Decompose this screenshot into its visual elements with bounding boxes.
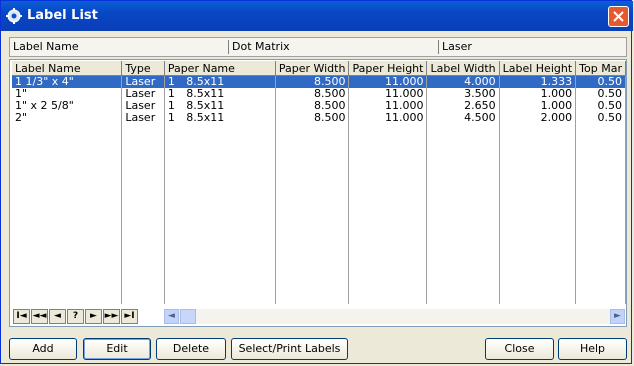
cell-type: Laser xyxy=(121,100,165,112)
cell-paper-height: 11.000 xyxy=(348,112,428,124)
cell-paper-number: 1 xyxy=(164,75,184,88)
label-list-window: Label List Label Name Dot Matrix Laser L… xyxy=(0,0,633,364)
nav-last-button[interactable]: ►I xyxy=(121,309,138,324)
column-header-paper-width[interactable]: Paper Width xyxy=(275,61,350,76)
close-window-button[interactable] xyxy=(608,6,629,27)
cell-top-margin: 0.50 xyxy=(575,88,626,100)
label-grid[interactable]: Label Name Type Paper Name Paper Width P… xyxy=(9,59,627,327)
add-button[interactable]: Add xyxy=(9,338,77,360)
table-header-row: Label Name Type Paper Name Paper Width P… xyxy=(12,61,626,76)
cell-label-width: 4.000 xyxy=(426,75,500,88)
scroll-left-icon[interactable]: ◄ xyxy=(164,309,179,324)
header-laser[interactable]: Laser xyxy=(439,38,625,56)
table-row[interactable]: 1" Laser 1 8.5x11 8.500 11.000 3.500 1.0… xyxy=(12,88,626,100)
cell-label-height: 1.000 xyxy=(499,100,577,112)
cell-label-height: 1.333 xyxy=(499,75,577,88)
empty-grid-area xyxy=(12,124,626,304)
cell-label-height: 2.000 xyxy=(499,112,577,124)
cell-top-margin: 0.50 xyxy=(575,100,626,112)
cell-label-width: 4.500 xyxy=(426,112,500,124)
cell-label-width: 3.500 xyxy=(426,88,500,100)
delete-button[interactable]: Delete xyxy=(156,338,226,360)
cell-paper-width: 8.500 xyxy=(275,88,350,100)
nav-prev-button[interactable]: ◄ xyxy=(49,309,66,324)
cell-paper-height: 11.000 xyxy=(348,100,428,112)
cell-paper-number: 1 xyxy=(167,100,175,112)
scroll-right-icon[interactable]: ► xyxy=(610,309,625,324)
cell-top-margin: 0.50 xyxy=(575,112,626,124)
cell-label-height: 1.000 xyxy=(499,88,577,100)
cell-paper-width: 8.500 xyxy=(275,75,350,88)
gear-icon xyxy=(6,8,22,24)
nav-page-forward-button[interactable]: ►► xyxy=(103,309,120,324)
cell-type: Laser xyxy=(121,88,165,100)
select-print-labels-button[interactable]: Select/Print Labels xyxy=(231,338,348,360)
cell-label-width: 2.650 xyxy=(426,100,500,112)
table-row[interactable]: 1" x 2 5/8" Laser 1 8.5x11 8.500 11.000 … xyxy=(12,100,626,112)
column-header-label-name[interactable]: Label Name xyxy=(12,61,123,76)
cell-type: Laser xyxy=(121,112,165,124)
label-table: Label Name Type Paper Name Paper Width P… xyxy=(12,61,626,304)
cell-paper-name: 8.5x11 xyxy=(183,75,276,88)
scroll-thumb[interactable] xyxy=(180,309,196,324)
cell-type: Laser xyxy=(121,75,165,88)
help-button[interactable]: Help xyxy=(558,338,627,360)
column-header-type[interactable]: Type xyxy=(121,61,165,76)
cell-top-margin: 0.50 xyxy=(575,75,626,88)
cell-paper-width: 8.500 xyxy=(275,100,350,112)
column-header-label-width[interactable]: Label Width xyxy=(426,61,500,76)
cell-paper-height: 11.000 xyxy=(348,88,428,100)
nav-first-button[interactable]: I◄ xyxy=(13,309,30,324)
cell-paper-name: 8.5x11 xyxy=(183,100,276,112)
close-icon xyxy=(613,11,624,22)
cell-label-name: 1" x 2 5/8" xyxy=(12,100,123,112)
header-dot-matrix[interactable]: Dot Matrix xyxy=(229,38,437,56)
table-row[interactable]: 1 1/3" x 4" Laser 1 8.5x11 8.500 11.000 … xyxy=(12,75,626,88)
nav-page-back-button[interactable]: ◄◄ xyxy=(31,309,48,324)
label-type-header: Label Name Dot Matrix Laser xyxy=(9,37,627,57)
cell-paper-number: 1 xyxy=(167,88,175,100)
column-header-paper-name[interactable]: Paper Name xyxy=(164,61,276,76)
title-bar: Label List xyxy=(1,1,633,31)
close-button[interactable]: Close xyxy=(485,338,554,360)
nav-next-button[interactable]: ► xyxy=(85,309,102,324)
column-header-top-margin[interactable]: Top Mar xyxy=(575,61,626,76)
table-row[interactable]: 2" Laser 1 8.5x11 8.500 11.000 4.500 2.0… xyxy=(12,112,626,124)
nav-help-button[interactable]: ? xyxy=(67,309,84,324)
cell-paper-name: 8.5x11 xyxy=(183,112,276,124)
cell-paper-name: 8.5x11 xyxy=(183,88,276,100)
cell-paper-width: 8.500 xyxy=(275,112,350,124)
window-title: Label List xyxy=(27,8,98,23)
cell-label-name: 2" xyxy=(12,112,123,124)
horizontal-scrollbar[interactable]: ◄ ► xyxy=(164,309,625,324)
column-header-paper-height[interactable]: Paper Height xyxy=(348,61,428,76)
cell-paper-height: 11.000 xyxy=(348,75,428,88)
cell-label-name: 1" xyxy=(12,88,123,100)
header-label-name[interactable]: Label Name xyxy=(10,38,228,56)
cell-label-name: 1 1/3" x 4" xyxy=(12,75,123,88)
cell-paper-number: 1 xyxy=(167,112,175,124)
edit-button[interactable]: Edit xyxy=(83,338,151,360)
column-header-label-height[interactable]: Label Height xyxy=(499,61,577,76)
